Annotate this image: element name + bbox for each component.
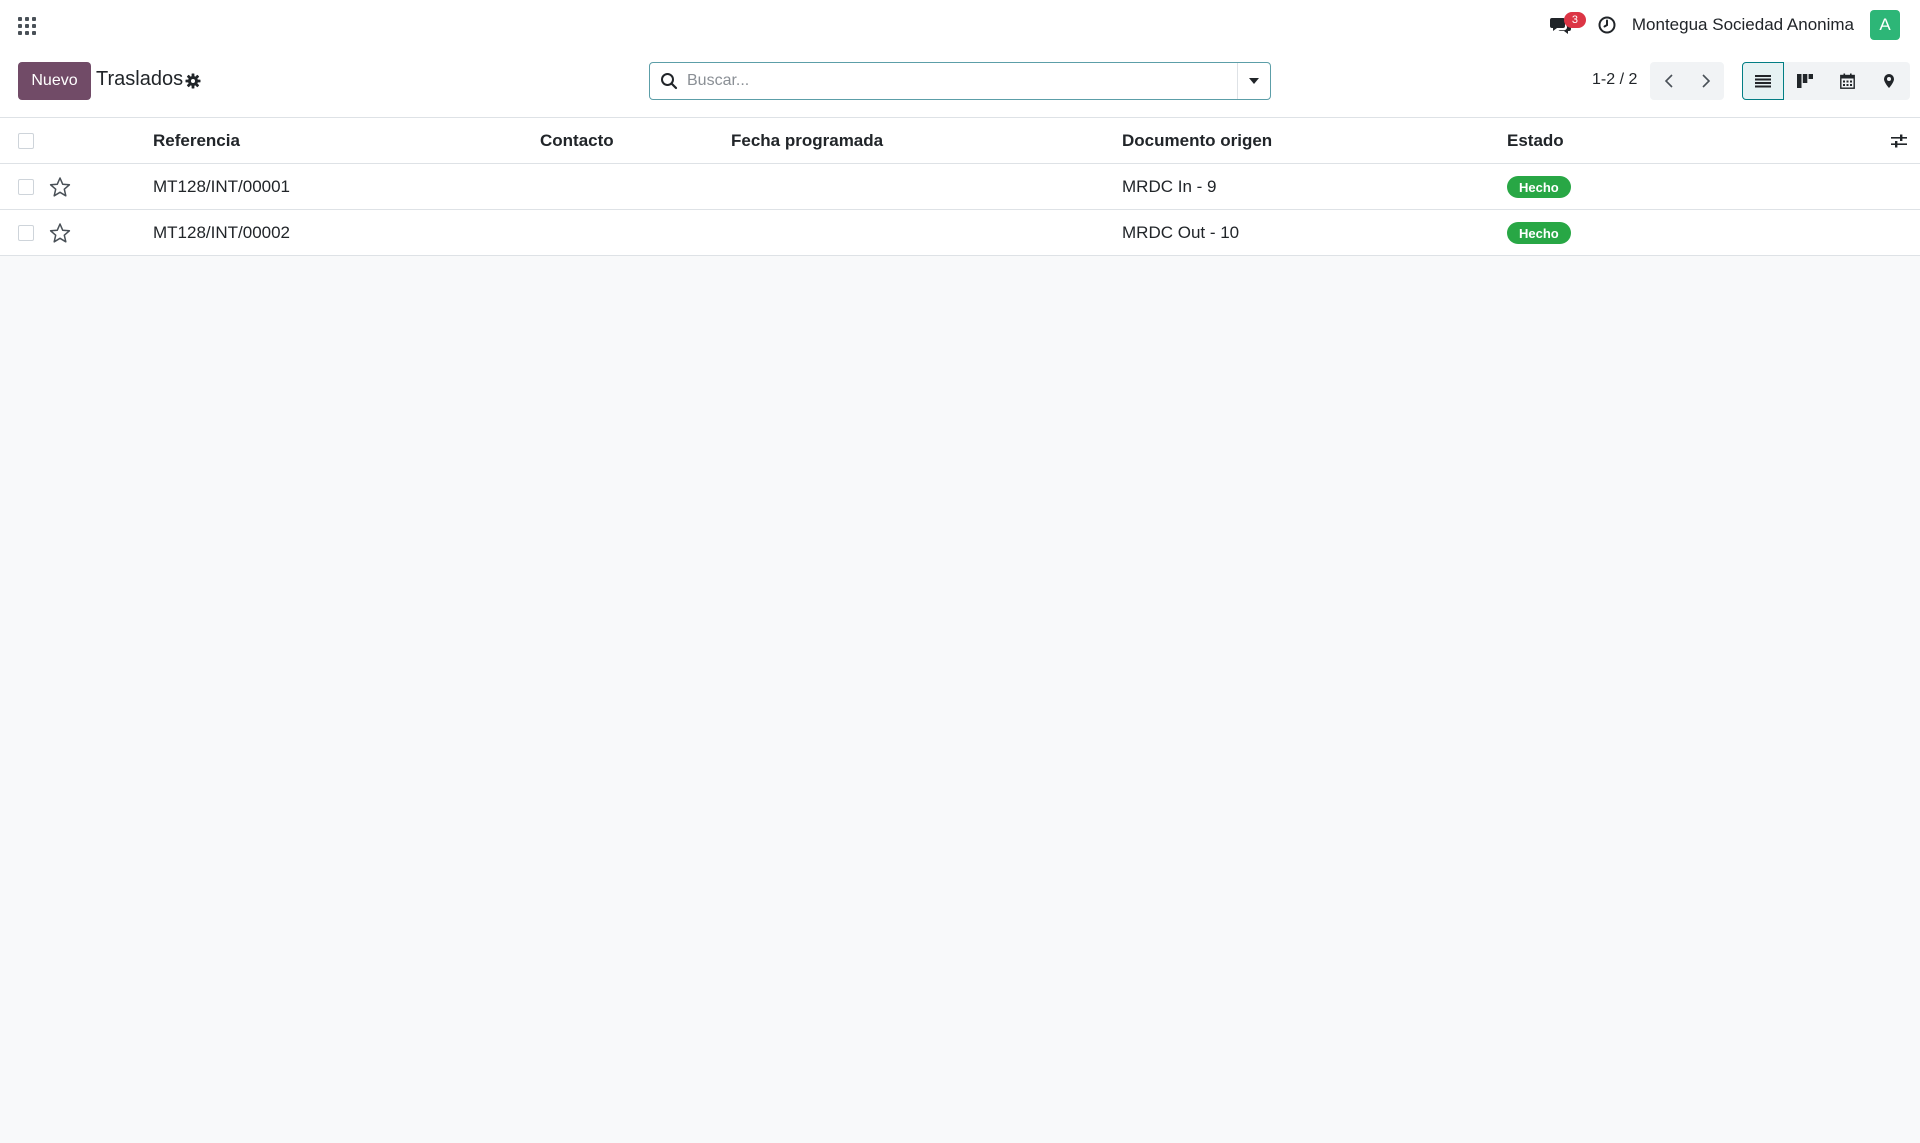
- search-options-toggle[interactable]: [1237, 63, 1270, 99]
- table-header-row: Referencia Contacto Fecha programada Doc…: [0, 118, 1920, 164]
- calendar-icon: [1839, 73, 1855, 89]
- column-header-contact[interactable]: Contacto: [540, 118, 614, 164]
- list-view-button[interactable]: [1742, 62, 1784, 100]
- cell-status: Hecho: [1507, 210, 1571, 256]
- cell-reference: MT128/INT/00002: [153, 223, 291, 242]
- messages-count-badge: 3: [1563, 12, 1586, 28]
- clock-icon: [1598, 16, 1616, 34]
- select-all-checkbox[interactable]: [18, 133, 34, 149]
- row-checkbox[interactable]: [18, 225, 34, 241]
- row-checkbox[interactable]: [18, 179, 34, 195]
- table-row[interactable]: MT128/INT/00001 MRDC In - 9 Hecho: [0, 164, 1920, 210]
- pager-previous-button[interactable]: [1650, 62, 1687, 100]
- new-button[interactable]: Nuevo: [18, 62, 91, 100]
- cell-source-document: MRDC In - 9: [1122, 177, 1217, 196]
- chevron-right-icon: [1701, 74, 1710, 88]
- user-avatar[interactable]: A: [1870, 10, 1900, 40]
- top-navbar: 3 Montegua Sociedad Anonima A: [0, 0, 1920, 50]
- status-badge: Hecho: [1507, 176, 1571, 198]
- search-bar: [649, 62, 1271, 100]
- list-table: Referencia Contacto Fecha programada Doc…: [0, 118, 1920, 256]
- cell-source-document: MRDC Out - 10: [1122, 223, 1240, 242]
- search-icon: [661, 73, 678, 90]
- search-input[interactable]: [687, 69, 1227, 93]
- page-title: Traslados: [96, 68, 184, 90]
- star-icon[interactable]: [49, 222, 71, 244]
- table-row[interactable]: MT128/INT/00002 MRDC Out - 10 Hecho: [0, 210, 1920, 256]
- kanban-icon: [1797, 74, 1813, 88]
- column-header-source-document[interactable]: Documento origen: [1122, 118, 1272, 164]
- cell-status: Hecho: [1507, 164, 1571, 210]
- status-badge: Hecho: [1507, 222, 1571, 244]
- apps-menu-icon[interactable]: [16, 15, 38, 37]
- pager-next-button[interactable]: [1687, 62, 1724, 100]
- calendar-view-button[interactable]: [1826, 62, 1868, 100]
- column-header-status[interactable]: Estado: [1507, 118, 1564, 164]
- view-switcher: [1742, 62, 1910, 100]
- list-icon: [1755, 75, 1771, 88]
- column-header-reference[interactable]: Referencia: [153, 118, 240, 164]
- optional-columns-icon[interactable]: [1890, 132, 1908, 150]
- activities-button[interactable]: [1592, 10, 1622, 40]
- star-icon[interactable]: [49, 176, 71, 198]
- column-header-scheduled-date[interactable]: Fecha programada: [731, 118, 883, 164]
- caret-down-icon: [1249, 78, 1259, 84]
- pager-value[interactable]: 1-2 / 2: [1592, 71, 1637, 89]
- navbar-systray: 3 Montegua Sociedad Anonima A: [1546, 0, 1900, 50]
- map-view-button[interactable]: [1868, 62, 1910, 100]
- control-panel: Nuevo Traslados 1-2 / 2: [0, 50, 1920, 118]
- company-switcher[interactable]: Montegua Sociedad Anonima: [1632, 15, 1854, 35]
- messages-button[interactable]: 3: [1546, 10, 1586, 40]
- cell-reference: MT128/INT/00001: [153, 177, 291, 196]
- kanban-view-button[interactable]: [1784, 62, 1826, 100]
- chevron-left-icon: [1664, 74, 1673, 88]
- map-marker-icon: [1884, 74, 1894, 88]
- pager-buttons: [1650, 62, 1724, 100]
- gear-icon[interactable]: [184, 72, 202, 90]
